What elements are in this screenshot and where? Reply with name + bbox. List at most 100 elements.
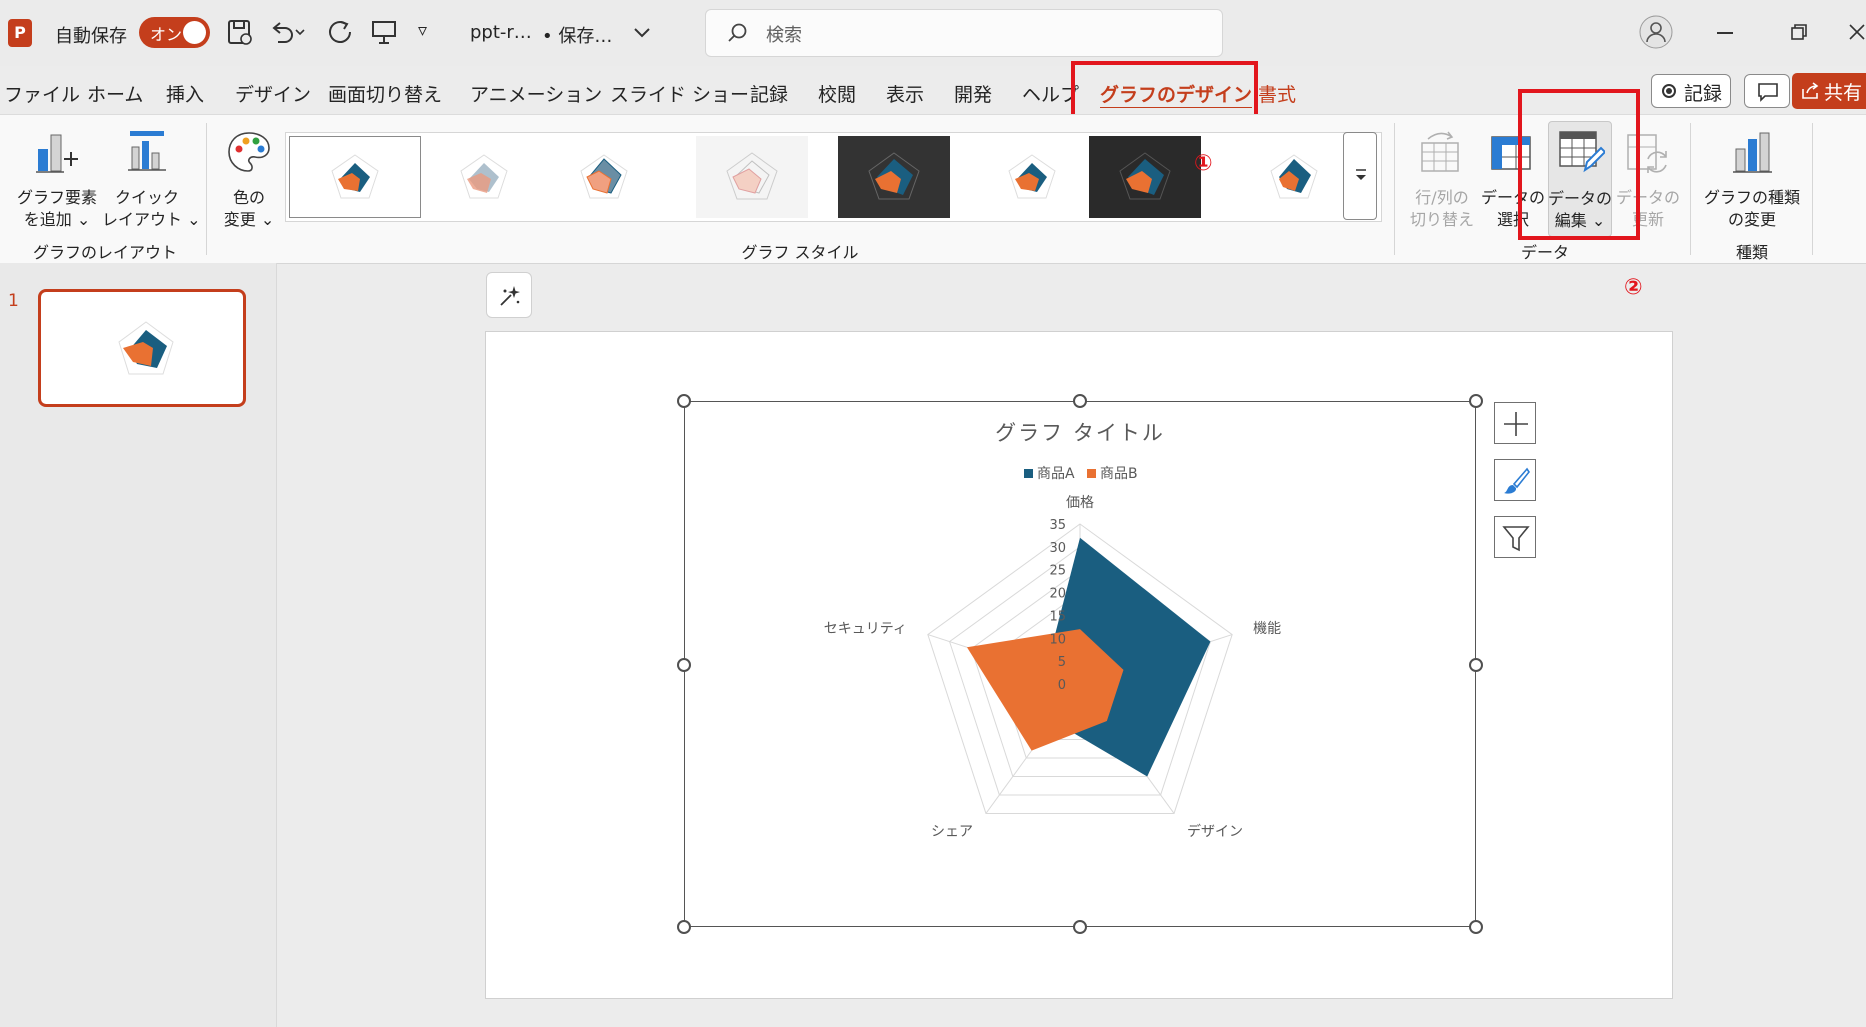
designer-button[interactable]	[486, 272, 532, 318]
gallery-more-button[interactable]	[1343, 132, 1377, 220]
radar-tick-label: 0	[1058, 678, 1066, 693]
add-chart-element-icon	[36, 134, 78, 173]
tab-insert[interactable]: 挿入	[166, 80, 204, 107]
style-thumbnail-7	[1119, 152, 1171, 200]
radar-category-label: セキュリティ	[824, 621, 907, 637]
chart-style-6[interactable]	[976, 136, 1088, 218]
radar-category-label: デザイン	[1187, 823, 1243, 840]
change-chart-type-icon	[1733, 132, 1772, 173]
add-chart-element-line2: を追加 ⌄	[23, 210, 91, 229]
radar-tick-label: 15	[1049, 609, 1066, 624]
tab-developer[interactable]: 開発	[954, 80, 992, 107]
record-button[interactable]: 記録	[1651, 74, 1731, 108]
ribbon-separator	[1690, 123, 1691, 255]
legend-swatch-a	[1024, 469, 1033, 478]
minimize-icon[interactable]	[1717, 32, 1733, 34]
style-thumbnail-4	[726, 152, 778, 200]
comment-icon	[1758, 83, 1778, 102]
change-colors-button[interactable]: 色の 変更 ⌄	[212, 125, 286, 237]
radar-category-label: 価格	[1066, 495, 1094, 511]
share-icon	[1802, 82, 1819, 99]
radar-tick-label: 30	[1049, 541, 1066, 556]
quick-layout-line2: レイアウト ⌄	[102, 210, 201, 229]
search-box[interactable]: 検索	[705, 9, 1223, 57]
style-thumbnail-1	[331, 154, 379, 199]
present-icon[interactable]	[370, 18, 398, 46]
customize-qat-icon[interactable]: ▿	[418, 20, 427, 41]
autosave-label: 自動保存	[55, 26, 127, 47]
restore-icon[interactable]	[1790, 23, 1808, 41]
slide-canvas[interactable]: グラフ タイトル 商品A 商品B 0 5 10 15 20 25 30 35 価格 機能 デザイン…	[485, 331, 1673, 999]
switch-row-column-line2: 切り替え	[1409, 210, 1474, 229]
chart-style-1[interactable]	[289, 136, 421, 218]
chart-style-3[interactable]	[548, 136, 660, 218]
chart-title: グラフ タイトル	[995, 421, 1165, 445]
tab-review[interactable]: 校閲	[818, 80, 856, 107]
ribbon-separator	[1394, 123, 1395, 255]
slide-thumbnail-pane: 1	[0, 263, 277, 1027]
tab-transitions[interactable]: 画面切り替え	[328, 80, 442, 107]
chevron-down-icon[interactable]	[632, 24, 652, 42]
chart-style-2[interactable]	[428, 136, 540, 218]
chart-style-5[interactable]	[838, 136, 950, 218]
add-chart-element-button[interactable]: グラフ要素 を追加 ⌄	[14, 125, 100, 237]
autosave-toggle[interactable]: オン	[139, 17, 210, 48]
legend-label-a: 商品A	[1037, 466, 1075, 482]
title-bar: P 自動保存 オン ▿ ppt-r… • 保存… 検索	[0, 0, 1866, 66]
tab-animations[interactable]: アニメーション	[470, 80, 602, 107]
undo-icon[interactable]	[268, 18, 308, 46]
group-label-type: 種類	[1735, 243, 1768, 262]
group-label-layout: グラフのレイアウト	[32, 243, 177, 262]
share-button[interactable]: 共有	[1792, 73, 1866, 109]
chart-styles-button[interactable]	[1494, 459, 1536, 501]
quick-layout-line1: クイック	[114, 188, 179, 207]
chart-style-gallery	[285, 132, 1382, 222]
quick-layout-button[interactable]: クイック レイアウト ⌄	[102, 125, 201, 237]
tab-view[interactable]: 表示	[886, 80, 924, 107]
switch-row-column-line1: 行/列の	[1415, 188, 1469, 207]
slide-number: 1	[8, 291, 19, 311]
record-icon	[1662, 84, 1676, 98]
radar-tick-label: 35	[1049, 518, 1066, 533]
chart-style-8[interactable]	[1238, 136, 1350, 218]
chart-elements-button[interactable]	[1494, 402, 1536, 444]
tab-record[interactable]: 記録	[750, 80, 788, 107]
ribbon-separator	[1812, 123, 1813, 255]
file-name[interactable]: ppt-r…	[470, 22, 532, 43]
annotation-box-1	[1071, 61, 1258, 121]
annotation-box-2	[1518, 89, 1640, 240]
legend-swatch-b	[1087, 469, 1096, 478]
save-status: • 保存…	[542, 26, 613, 47]
share-label: 共有	[1824, 82, 1863, 104]
chart-filters-button[interactable]	[1494, 516, 1536, 558]
gallery-expand-icon	[1356, 169, 1366, 180]
save-icon[interactable]	[226, 18, 254, 46]
chart-style-4[interactable]	[696, 136, 808, 218]
radar-category-label: シェア	[931, 824, 973, 840]
tab-slideshow[interactable]: スライド ショー	[610, 80, 749, 107]
tab-home[interactable]: ホーム	[87, 80, 143, 107]
change-chart-type-line1: グラフの種類	[1703, 188, 1800, 207]
style-thumbnail-8	[1270, 154, 1318, 199]
slide-thumbnail-1[interactable]	[38, 289, 246, 407]
tab-format[interactable]: 書式	[1258, 80, 1296, 107]
comments-button[interactable]	[1744, 74, 1790, 108]
style-thumbnail-3	[580, 154, 628, 199]
redo-icon[interactable]	[326, 18, 354, 46]
close-icon[interactable]	[1848, 23, 1866, 41]
chart-style-7[interactable]	[1089, 136, 1201, 218]
legend-label-b: 商品B	[1100, 466, 1138, 482]
tab-design[interactable]: デザイン	[235, 80, 311, 107]
paintbrush-icon	[1504, 467, 1530, 494]
change-chart-type-button[interactable]: グラフの種類 の変更	[1700, 125, 1804, 237]
toggle-knob	[183, 21, 206, 44]
plus-icon	[1504, 412, 1528, 436]
palette-icon	[228, 132, 270, 172]
ribbon-separator	[206, 123, 207, 255]
style-thumbnail-6	[1008, 154, 1056, 199]
quick-layout-icon	[128, 131, 166, 171]
search-icon	[728, 23, 747, 42]
account-icon[interactable]	[1638, 14, 1674, 50]
tab-file[interactable]: ファイル	[4, 80, 80, 107]
change-chart-type-line2: の変更	[1727, 210, 1776, 229]
